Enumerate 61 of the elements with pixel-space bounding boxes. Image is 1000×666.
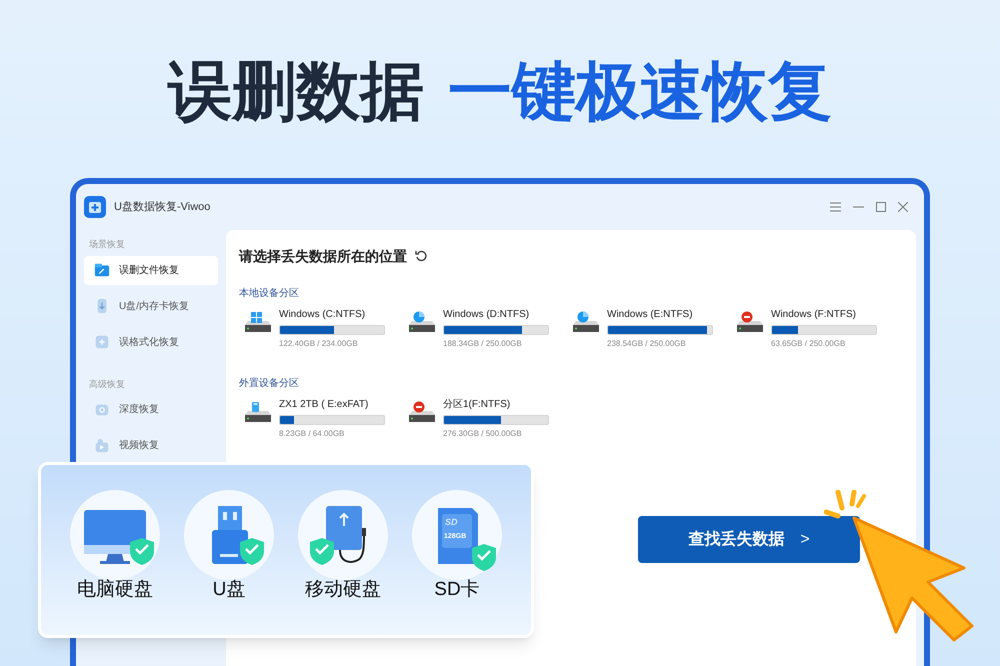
shield-check-icon [240,538,264,565]
usb-drive-icon [212,506,248,564]
drive-size: 8.23GB / 64.00GB [279,428,346,440]
drive-size: 122.40GB / 234.00GB [279,338,359,350]
section-label: 高级恢复 [88,378,126,390]
section-label: 场景恢复 [88,238,126,251]
drive-name: Windows (F:NTFS) [771,308,857,322]
drive-item[interactable]: Windows (F:NTFS) 63.65GB / 250.00GB [731,308,895,350]
device-type-label: U盘 [212,578,246,602]
drive-icon [737,311,763,333]
drive-size: 276.30GB / 500.00GB [443,428,523,440]
section-heading: 本地设备分区 [239,286,300,301]
drive-icon [409,401,435,423]
drive-name: Windows (E:NTFS) [607,308,694,322]
monitor-icon [84,510,146,564]
device-type-label: 移动硬盘 [305,578,381,602]
drive-name: Windows (C:NTFS) [279,308,366,322]
drive-size: 63.65GB / 250.00GB [771,338,846,350]
shield-check-icon [130,538,154,565]
drive-icon [245,401,271,423]
shield-check-icon [310,538,334,565]
drive-item[interactable]: Windows (C:NTFS) 122.40GB / 234.00GB [239,308,403,350]
sidebar-item[interactable]: 误格式化恢复 [84,328,218,356]
minimize-icon[interactable] [853,206,864,208]
device-type-label: SD卡 [434,578,480,602]
section-heading: 外置设备分区 [239,376,300,391]
drive-item[interactable]: Windows (E:NTFS) 238.54GB / 250.00GB [567,308,731,350]
device-type-label: 电脑硬盘 [77,578,153,602]
external-drive-icon [326,506,366,563]
drive-size: 238.54GB / 250.00GB [607,338,687,350]
sidebar-item[interactable]: 深度恢复 [84,395,218,424]
drive-item[interactable]: Windows (D:NTFS) 188.34GB / 250.00GB [403,308,567,350]
video-icon [94,438,110,454]
card-label: SD [445,517,458,527]
drive-icon [245,311,271,333]
sidebar-item[interactable]: 误删文件恢复 [84,256,218,284]
menu-icon[interactable] [830,202,841,212]
sidebar-item[interactable]: U盘/内存卡恢复 [84,292,218,320]
format-icon [94,334,110,350]
folder-icon [94,262,110,278]
drive-item[interactable]: ZX1 2TB ( E:exFAT) 8.23GB / 64.00GB [239,398,403,440]
headline-text: 误删数据 [168,54,424,131]
drive-icon [573,311,599,333]
drive-name: ZX1 2TB ( E:exFAT) [279,398,370,412]
window-title: U盘数据恢复-Viwoo [114,200,210,215]
sidebar-item[interactable]: 视频恢复 [84,431,218,460]
shield-check-icon [472,544,496,571]
drive-name: Windows (D:NTFS) [443,308,530,322]
drive-size: 188.34GB / 250.00GB [443,338,523,350]
drive-name: 分区1(F:NTFS) [443,398,512,412]
deep-icon [94,402,110,418]
content-title: 请选择丢失数据所在的位置 [239,246,407,266]
maximize-icon[interactable] [876,202,886,212]
drive-item[interactable]: 分区1(F:NTFS) 276.30GB / 500.00GB [403,398,567,440]
refresh-icon[interactable] [415,250,427,262]
app-logo-icon [84,196,106,218]
close-icon[interactable] [898,202,908,212]
sd-card-icon [438,508,478,564]
search-lost-data-button[interactable]: 查找丢失数据 > [638,516,860,563]
drive-icon [409,311,435,333]
headline-accent-text: 一键极速恢复 [448,54,832,131]
